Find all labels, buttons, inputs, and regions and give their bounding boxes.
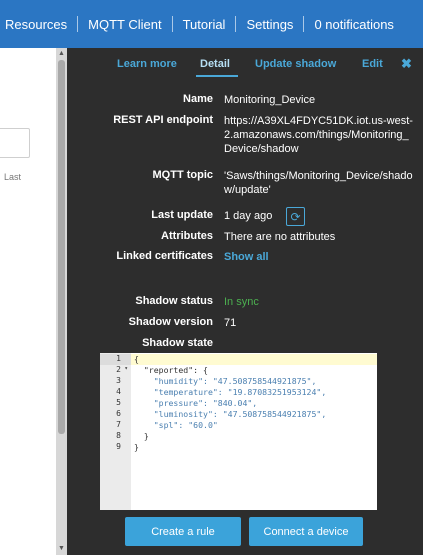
thing-detail-panel: Learn more Detail Update shadow Edit ✖ N… [67,48,423,555]
editor-code-area[interactable]: { "reported": { "humidity": "47.50875854… [131,353,377,510]
line-number: 6 [116,409,121,418]
connect-device-button[interactable]: Connect a device [249,517,363,546]
tab-update-shadow[interactable]: Update shadow [255,58,336,70]
line-number: 2 ▾ [116,365,128,374]
code-line: "temperature": "19.87083251953124", [134,387,327,397]
nav-notifications[interactable]: 0 notifications [304,0,404,48]
show-all-link[interactable]: Show all [224,250,414,264]
fold-arrow-icon[interactable]: ▾ [124,365,128,372]
line-number: 3 [116,376,121,385]
field-label: Shadow state [142,337,213,349]
field-value: 71 [224,317,237,329]
scroll-down-icon[interactable]: ▼ [58,545,65,552]
field-label: MQTT topic [152,169,214,181]
status-badge: In sync [224,296,259,308]
code-line: "luminosity": "47.508758544921875", [134,409,327,419]
code-line: "humidity": "47.508758544921875", [134,376,317,386]
close-icon[interactable]: ✖ [401,56,412,72]
active-tab-indicator [196,75,238,77]
create-rule-button[interactable]: Create a rule [125,517,241,546]
scrollbar-thumb[interactable] [58,60,65,434]
background-label: Last [4,172,22,182]
tab-learn-more[interactable]: Learn more [117,58,177,70]
field-label: Shadow status [135,295,213,307]
line-number: 8 [116,431,121,440]
line-number: 9 [116,442,121,451]
nav-tutorial[interactable]: Tutorial [173,0,236,48]
code-line: "pressure": "840.04", [134,398,258,408]
field-value: There are no attributes [224,231,336,243]
field-label: Last update [151,209,213,221]
field-label: Linked certificates [116,250,213,262]
line-number: 7 [116,420,121,429]
page-scrollbar[interactable]: ▲ ▼ [56,48,67,555]
editor-gutter: 1 2 ▾ 3 4 5 6 7 8 9 [100,353,131,510]
line-number: 1 [100,354,131,365]
nav-settings[interactable]: Settings [236,0,303,48]
field-value: 'Saws/things/Monitoring_Device/shadow/up… [224,170,413,196]
code-line: "spl": "60.0" [134,420,218,430]
field-label: Name [183,93,213,105]
tab-detail[interactable]: Detail [200,58,230,70]
code-line: } [134,442,139,452]
field-label: Shadow version [128,316,213,328]
line-number: 4 [116,387,121,396]
field-value: Monitoring_Device [224,94,316,106]
code-line: { [134,354,139,364]
tab-edit[interactable]: Edit [362,58,383,70]
field-value: 1 day ago [224,210,273,222]
nav-resources[interactable]: Resources [0,0,77,48]
background-page: Last [0,48,56,555]
code-line: } [134,431,149,441]
nav-mqtt-client[interactable]: MQTT Client [78,0,171,48]
active-line-highlight [131,354,377,365]
code-line: "reported": { [134,365,208,375]
field-label: REST API endpoint [113,114,213,126]
shadow-state-editor[interactable]: 1 2 ▾ 3 4 5 6 7 8 9 { "reported": { "humi… [100,353,377,510]
scroll-up-icon[interactable]: ▲ [58,50,65,57]
top-nav-bar: Resources MQTT Client Tutorial Settings … [0,0,423,48]
panel-tabs: Learn more Detail Update shadow Edit ✖ [67,48,423,80]
line-number: 5 [116,398,121,407]
refresh-icon[interactable]: ⟳ [286,207,305,226]
background-input[interactable] [0,128,30,158]
field-label: Attributes [161,230,213,242]
field-value: https://A39XL4FDYC51DK.iot.us-west-2.ama… [224,115,413,155]
